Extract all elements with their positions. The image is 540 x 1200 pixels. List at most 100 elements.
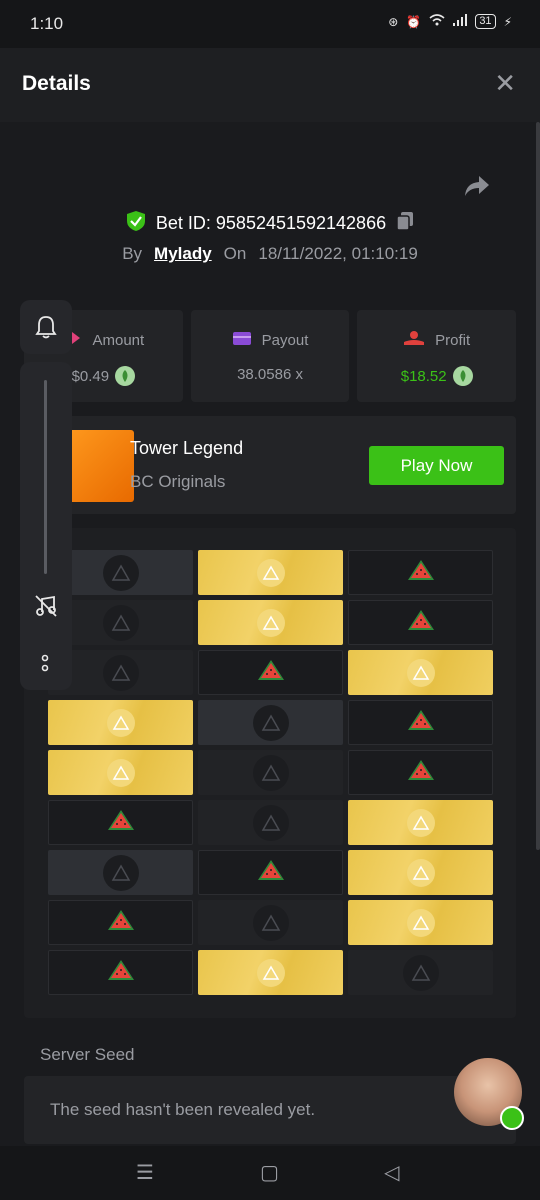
game-provider: BC Originals xyxy=(130,472,226,491)
page-title: Details xyxy=(22,72,91,95)
profit-label: Profit xyxy=(435,331,471,349)
bell-icon[interactable] xyxy=(35,315,57,344)
server-seed-label: Server Seed xyxy=(40,1045,135,1064)
tower-cell-gold xyxy=(198,600,343,645)
gold-tile-icon xyxy=(256,558,285,587)
hidden-tile-icon xyxy=(102,554,139,591)
hidden-tile-icon xyxy=(252,804,289,841)
tower-grid xyxy=(24,528,516,1018)
vpn-icon: ⊛ xyxy=(388,14,399,29)
wallet-icon xyxy=(232,330,252,350)
watermelon-icon xyxy=(106,908,136,937)
bet-stats: Amount $0.49 Payout 38.0586 x Profit $18… xyxy=(24,310,517,402)
by-label: By xyxy=(122,244,143,263)
tower-cell-shade xyxy=(198,800,343,845)
tower-cell-gold xyxy=(348,650,493,695)
hidden-tile-icon xyxy=(102,654,139,691)
amount-value: $0.49 xyxy=(71,367,110,385)
username-link[interactable]: Mylady xyxy=(154,244,212,264)
watermelon-icon xyxy=(256,858,286,887)
hidden-tile-icon xyxy=(102,604,139,641)
gold-tile-icon xyxy=(106,758,135,787)
tower-cell-melon xyxy=(198,850,343,895)
notification-widget[interactable] xyxy=(20,300,72,354)
coin-icon xyxy=(452,366,473,386)
tower-cell-grey xyxy=(198,700,343,745)
game-card: Tower Legend BC Originals Play Now xyxy=(24,416,516,514)
tower-cell-melon xyxy=(348,550,493,595)
bet-meta-row: By Mylady On 18/11/2022, 01:10:19 xyxy=(0,244,540,264)
tower-cell-gold xyxy=(348,800,493,845)
watermelon-icon xyxy=(106,808,136,837)
recent-apps-icon[interactable]: ☰ xyxy=(136,1160,154,1185)
tower-cell-melon xyxy=(348,600,493,645)
profit-value: $18.52 xyxy=(400,367,447,385)
bet-datetime: 18/11/2022, 01:10:19 xyxy=(258,244,418,263)
home-icon[interactable]: ▢ xyxy=(260,1160,279,1185)
gold-tile-icon xyxy=(406,858,435,887)
game-thumbnail[interactable] xyxy=(62,430,134,502)
gold-tile-icon xyxy=(406,808,435,837)
game-name: Tower Legend xyxy=(130,438,244,458)
volume-slider[interactable] xyxy=(44,380,47,574)
profit-card: Profit $18.52 xyxy=(357,310,517,402)
back-icon[interactable]: ◁ xyxy=(384,1160,399,1185)
system-nav-bar: ☰ ▢ ◁ xyxy=(0,1146,540,1200)
status-bar: 1:10 ⊛ ⏰ 31 ⚡ xyxy=(0,0,540,48)
tower-cell-grey xyxy=(48,850,193,895)
gold-tile-icon xyxy=(256,958,285,987)
tower-cell-gold xyxy=(348,900,493,945)
tower-cell-melon xyxy=(48,900,193,945)
tower-cell-melon xyxy=(348,750,493,795)
tower-cell-shade xyxy=(198,750,343,795)
tower-cell-gold xyxy=(198,950,343,995)
battery-icon: 31 xyxy=(475,14,496,29)
hidden-tile-icon xyxy=(252,754,289,791)
hidden-tile-icon xyxy=(252,904,289,941)
online-status-dot xyxy=(500,1106,524,1130)
gold-tile-icon xyxy=(106,708,135,737)
gold-tile-icon xyxy=(406,908,435,937)
music-off-icon[interactable] xyxy=(34,594,58,623)
tower-cell-shade xyxy=(198,900,343,945)
payout-card: Payout 38.0586 x xyxy=(190,310,350,402)
tower-cell-melon xyxy=(48,950,193,995)
tower-cell-gold xyxy=(48,750,193,795)
watermelon-icon xyxy=(406,758,436,787)
profit-icon xyxy=(403,330,425,350)
bet-id-row: Bet ID: 95852451592142866 xyxy=(0,210,540,237)
details-header: Details ✕ xyxy=(0,48,540,122)
server-seed-box: The seed hasn't been revealed yet. xyxy=(24,1076,516,1144)
tower-cell-melon xyxy=(198,650,343,695)
tower-cell-melon xyxy=(348,700,493,745)
gold-tile-icon xyxy=(406,658,435,687)
hidden-tile-icon xyxy=(102,854,139,891)
copy-icon[interactable] xyxy=(396,211,414,236)
tower-cell-melon xyxy=(48,800,193,845)
alarm-icon: ⏰ xyxy=(406,14,422,29)
payout-label: Payout xyxy=(261,331,309,349)
share-icon[interactable] xyxy=(464,175,490,202)
wifi-icon xyxy=(429,14,445,29)
side-toolbar xyxy=(20,362,72,690)
amount-label: Amount xyxy=(92,331,145,349)
play-now-button[interactable]: Play Now xyxy=(369,446,504,485)
signal-icon xyxy=(453,14,468,29)
watermelon-icon xyxy=(256,658,286,687)
hidden-tile-icon xyxy=(402,954,439,991)
tower-cell-shade xyxy=(348,950,493,995)
on-label: On xyxy=(223,244,247,263)
more-options-icon[interactable] xyxy=(40,654,50,681)
watermelon-icon xyxy=(406,708,436,737)
status-time: 1:10 xyxy=(30,14,64,33)
verified-shield-icon xyxy=(126,210,146,237)
watermelon-icon xyxy=(406,608,436,637)
tower-cell-gold xyxy=(48,700,193,745)
gold-tile-icon xyxy=(256,608,285,637)
page-scrollbar[interactable] xyxy=(536,122,540,850)
tower-cell-gold xyxy=(198,550,343,595)
tower-cell-gold xyxy=(348,850,493,895)
charging-icon: ⚡ xyxy=(503,14,512,29)
close-icon[interactable]: ✕ xyxy=(494,70,516,96)
coin-icon xyxy=(115,366,136,386)
